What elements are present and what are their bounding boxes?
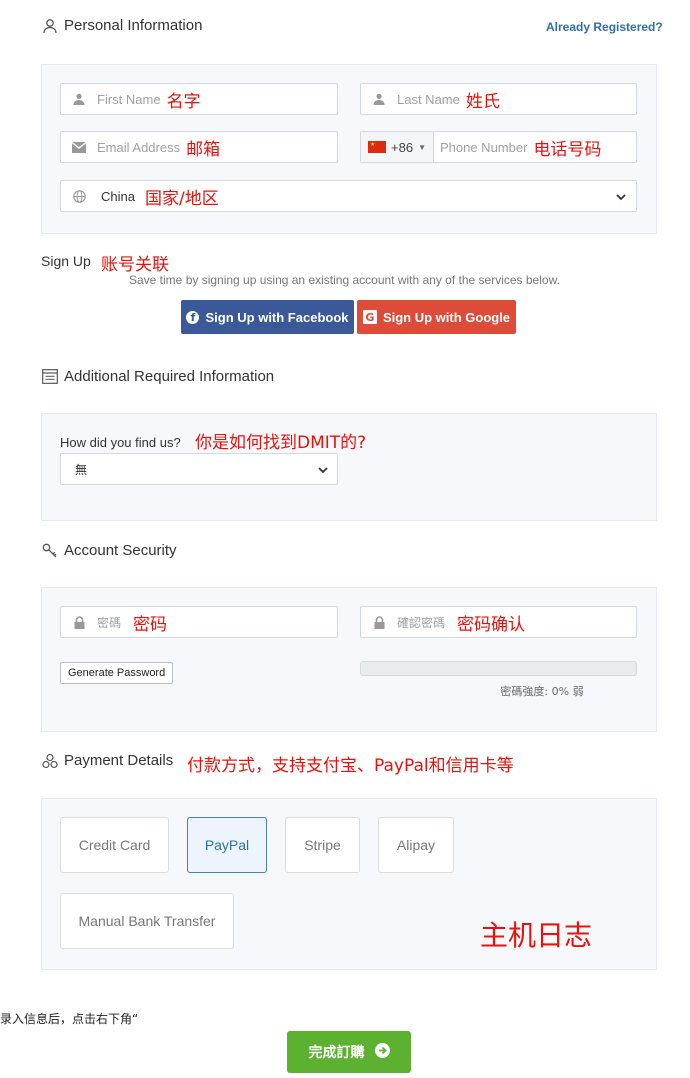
annotation-last-name: 姓氏 <box>465 91 500 112</box>
annotation-password: 密码 <box>133 614 168 635</box>
first-name-input[interactable]: First Name 名字 <box>60 83 338 115</box>
annotation-phone: 电话号码 <box>533 139 602 160</box>
google-signup-button[interactable]: G Sign Up with Google <box>357 300 516 334</box>
envelope-icon <box>61 141 97 153</box>
payment-bank-transfer[interactable]: Manual Bank Transfer <box>60 893 234 949</box>
china-flag-icon: ★ <box>368 141 386 153</box>
account-security-title: Account Security <box>42 542 177 559</box>
chevron-down-icon <box>318 462 328 477</box>
payment-stripe[interactable]: Stripe <box>285 817 360 873</box>
payment-alipay[interactable]: Alipay <box>378 817 454 873</box>
already-registered-link[interactable]: Already Registered? <box>546 20 663 34</box>
payment-paypal[interactable]: PayPal <box>187 817 267 873</box>
user-icon <box>361 93 397 105</box>
user-icon <box>61 93 97 105</box>
country-code-dropdown[interactable]: ★ +86 ▼ <box>361 132 434 162</box>
list-icon <box>42 369 58 385</box>
google-icon: G <box>362 310 377 324</box>
annotation-country: 国家/地区 <box>144 188 219 209</box>
password-strength-text: 密碼強度: 0% 弱 <box>500 685 584 698</box>
country-select[interactable]: China 国家/地区 <box>60 180 637 212</box>
lock-icon <box>61 615 97 629</box>
personal-info-title: Personal Information <box>42 17 202 34</box>
signup-title: Sign Up <box>41 253 91 269</box>
annotation-first-name: 名字 <box>166 91 201 112</box>
password-input[interactable]: 密碼 密码 <box>60 606 338 638</box>
key-icon <box>42 543 58 559</box>
payment-credit-card[interactable]: Credit Card <box>60 817 169 873</box>
additional-info-title: Additional Required Information <box>42 368 274 385</box>
confirm-password-input[interactable]: 確認密碼 密码确认 <box>360 606 637 638</box>
payment-details-title: Payment Details <box>42 752 173 769</box>
arrow-circle-right-icon <box>374 1042 390 1062</box>
facebook-signup-button[interactable]: f Sign Up with Facebook <box>181 300 354 334</box>
facebook-icon: f <box>186 310 200 324</box>
annotation-email: 邮箱 <box>186 139 221 160</box>
cubes-icon <box>42 753 58 769</box>
caret-down-icon: ▼ <box>418 142 426 152</box>
annotation-host-log: 主机日志 <box>480 919 593 952</box>
globe-icon <box>61 189 97 203</box>
signup-description: Save time by signing up using an existin… <box>129 273 560 287</box>
annotation-signup: 账号关联 <box>101 255 169 275</box>
complete-order-button[interactable]: 完成訂購 <box>287 1031 411 1073</box>
phone-input[interactable]: ★ +86 ▼ Phone Number 电话号码 <box>360 131 637 163</box>
user-icon <box>42 18 58 34</box>
password-strength-bar <box>360 661 637 676</box>
generate-password-button[interactable]: Generate Password <box>60 662 174 684</box>
find-us-label: How did you find us? <box>60 435 181 450</box>
annotation-confirm-password: 密码确认 <box>457 614 526 635</box>
last-name-input[interactable]: Last Name 姓氏 <box>360 83 637 115</box>
email-input[interactable]: Email Address 邮箱 <box>60 131 338 163</box>
annotation-find-us: 你是如何找到DMIT的? <box>195 433 367 453</box>
lock-icon <box>361 615 397 629</box>
chevron-down-icon <box>616 189 626 204</box>
footer-note: 录入信息后，点击右下角“ <box>0 1012 139 1026</box>
find-us-select[interactable]: 無 <box>60 453 338 485</box>
annotation-payment: 付款方式，支持支付宝、PayPal和信用卡等 <box>187 756 514 776</box>
